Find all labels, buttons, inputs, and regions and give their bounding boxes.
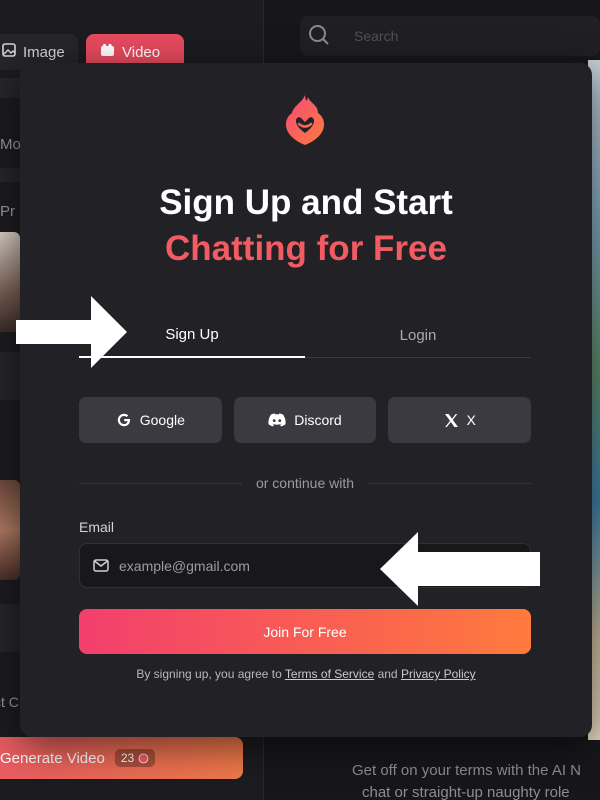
google-login-button[interactable]: Google — [79, 397, 222, 443]
tab-video-label: Video — [122, 43, 161, 61]
email-label: Email — [79, 519, 115, 535]
arrow-right-icon — [16, 296, 127, 368]
modal-subtitle: Chatting for Free — [165, 229, 447, 268]
x-icon — [444, 413, 458, 427]
terms-notice: By signing up, you agree to Terms of Ser… — [20, 667, 592, 681]
sidebar-text-model: Mo — [0, 136, 21, 153]
modal-title: Sign Up and Start — [159, 183, 453, 222]
generate-video-label: Generate Video — [0, 749, 105, 767]
terms-of-service-link[interactable]: Terms of Service — [285, 667, 374, 681]
or-divider: or continue with — [79, 475, 531, 491]
divider-text: or continue with — [255, 475, 355, 491]
credit-coin-icon — [138, 753, 149, 763]
flame-heart-logo-icon — [285, 95, 325, 145]
tab-login[interactable]: Login — [305, 313, 531, 357]
description-line: Get off on your terms with the AI N — [352, 762, 581, 779]
tab-image-label: Image — [23, 43, 65, 61]
terms-and: and — [374, 667, 401, 681]
join-for-free-button[interactable]: Join For Free — [79, 609, 531, 654]
background-description: Get off on your terms with the AI N chat… — [352, 760, 581, 800]
google-label: Google — [139, 412, 185, 428]
description-line: chat or straight-up naughty role — [362, 784, 570, 800]
google-icon — [117, 413, 130, 427]
x-label: X — [466, 412, 476, 428]
sidebar-block — [0, 78, 20, 98]
search-placeholder: Search — [354, 28, 399, 44]
signup-modal: Sign Up and Start Chatting for Free Sign… — [20, 63, 592, 737]
credits-badge: 23 — [114, 749, 156, 767]
divider-line — [368, 482, 531, 484]
terms-prefix: By signing up, you agree to — [136, 667, 285, 681]
search-icon — [308, 24, 330, 49]
sidebar-block — [0, 604, 20, 652]
video-icon — [100, 43, 115, 62]
discord-login-button[interactable]: Discord — [233, 397, 377, 443]
divider-line — [79, 482, 242, 484]
sidebar-block — [0, 168, 20, 182]
thumbnail-image[interactable] — [0, 480, 20, 580]
credits-count: 23 — [120, 751, 135, 765]
x-login-button[interactable]: X — [388, 397, 532, 443]
mail-icon — [93, 559, 109, 572]
auth-tabs: Sign Up Login — [79, 313, 531, 358]
search-bar[interactable]: Search — [300, 16, 600, 56]
arrow-left-icon — [380, 532, 540, 606]
social-login-group: Google Discord X — [79, 397, 532, 443]
discord-label: Discord — [294, 412, 342, 428]
generate-video-button[interactable]: Generate Video 23 — [0, 737, 243, 779]
image-icon — [2, 43, 16, 61]
sidebar-text-select: ct C — [0, 694, 19, 710]
sidebar-text-prompt: Pr — [0, 203, 15, 220]
privacy-policy-link[interactable]: Privacy Policy — [401, 667, 476, 681]
discord-icon — [268, 413, 286, 427]
